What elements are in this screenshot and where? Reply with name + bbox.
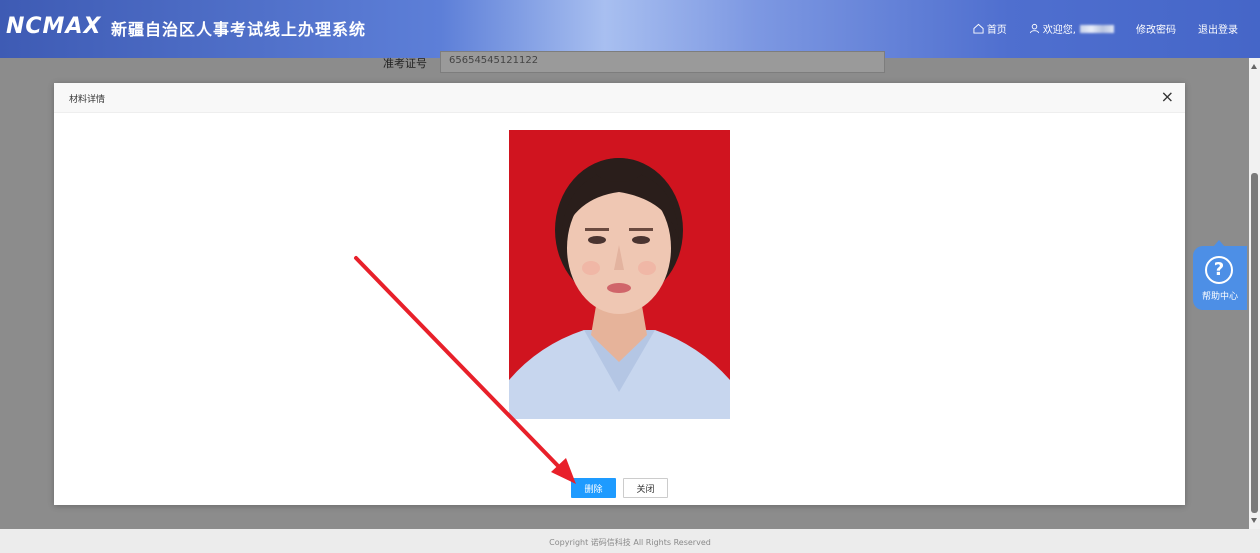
nav-home-link[interactable]: 首页 xyxy=(973,21,1007,36)
site-logo[interactable]: NCMAX xyxy=(6,14,101,39)
help-center-button[interactable]: ? 帮助中心 xyxy=(1193,240,1247,310)
top-nav: 首页 欢迎您, 修改密码 退出登录 xyxy=(951,21,1238,36)
footer: Copyright 诺码信科技 All Rights Reserved xyxy=(0,529,1260,553)
nav-user[interactable]: 欢迎您, xyxy=(1029,21,1114,36)
home-icon xyxy=(973,23,984,34)
dialog-header: 材料详情 × xyxy=(54,83,1185,113)
scroll-thumb[interactable] xyxy=(1251,173,1258,513)
material-detail-dialog: 材料详情 × 删除 关闭 xyxy=(54,83,1185,505)
dialog-title: 材料详情 xyxy=(69,95,106,105)
top-header: NCMAX 新疆自治区人事考试线上办理系统 首页 欢迎您, 修改密码 退出登录 xyxy=(0,0,1260,58)
copyright-text: Copyright 诺码信科技 All Rights Reserved xyxy=(549,538,711,547)
delete-button[interactable]: 删除 xyxy=(571,478,616,498)
scroll-up-icon[interactable] xyxy=(1251,64,1257,69)
nav-change-password-link[interactable]: 修改密码 xyxy=(1136,21,1176,36)
blurred-username xyxy=(1080,24,1114,33)
question-icon: ? xyxy=(1205,256,1233,284)
user-icon xyxy=(1029,23,1039,34)
close-button[interactable]: 关闭 xyxy=(623,478,668,498)
page-scrollbar[interactable] xyxy=(1249,58,1260,529)
scroll-down-icon[interactable] xyxy=(1251,518,1257,523)
help-center-label: 帮助中心 xyxy=(1201,292,1238,302)
site-title: 新疆自治区人事考试线上办理系统 xyxy=(111,20,367,39)
id-photo xyxy=(509,130,730,419)
exam-ticket-field: 65654545121122 xyxy=(440,51,885,73)
nav-home-label: 首页 xyxy=(986,25,1007,36)
close-icon[interactable]: × xyxy=(1161,88,1174,106)
nav-welcome-label: 欢迎您, xyxy=(1042,25,1076,36)
exam-ticket-label: 准考证号 xyxy=(383,57,427,70)
nav-logout-link[interactable]: 退出登录 xyxy=(1198,21,1238,36)
